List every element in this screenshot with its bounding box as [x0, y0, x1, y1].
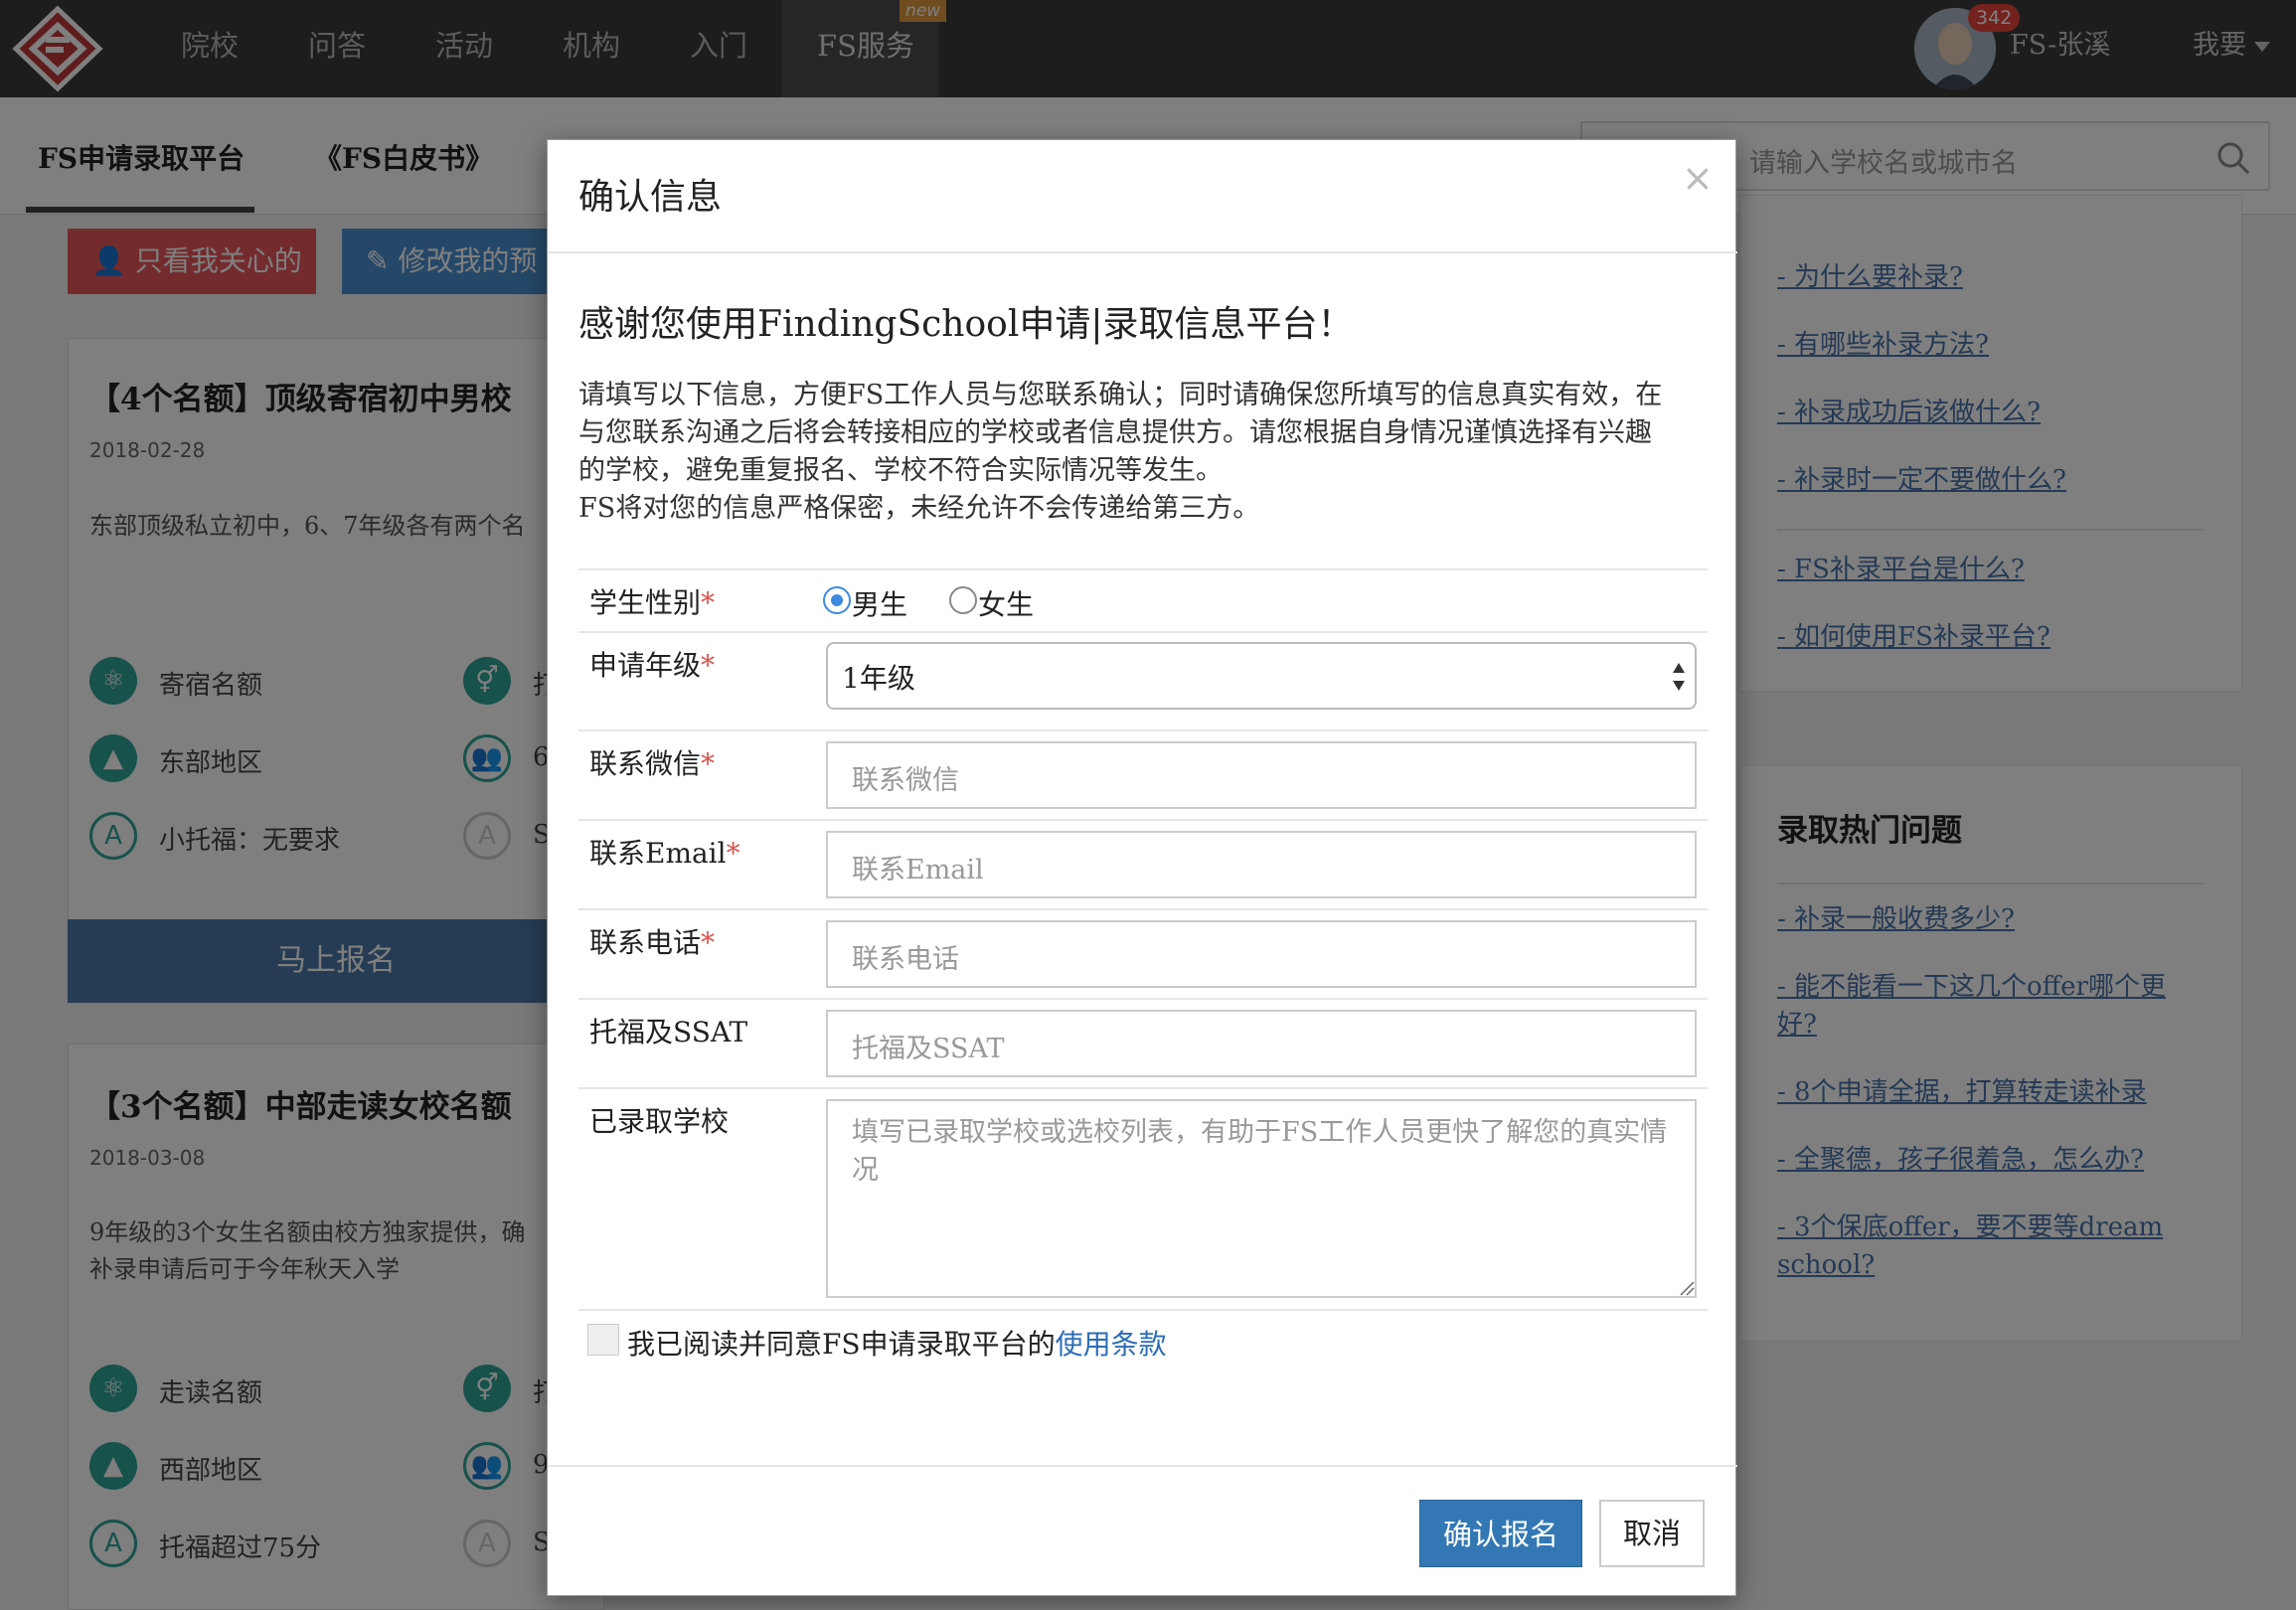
- divider: [548, 1465, 1737, 1467]
- divider: [578, 1087, 1708, 1089]
- instruction-line: FS将对您的信息严格保密，未经允许不会传递给第三方。: [578, 493, 1260, 524]
- divider: [578, 568, 1708, 570]
- phone-placeholder: 联系电话: [852, 944, 959, 975]
- email-label-text: 联系Email: [589, 837, 727, 870]
- divider: [578, 998, 1708, 1000]
- email-label: 联系Email*: [589, 832, 740, 872]
- divider: [578, 729, 1708, 731]
- gender-label-text: 学生性别: [589, 586, 702, 619]
- phone-label: 联系电话*: [589, 921, 715, 961]
- modal-heading: 感谢您使用FindingSchool申请|录取信息平台！: [578, 304, 1354, 345]
- wechat-label: 联系微信*: [589, 742, 715, 782]
- grade-select[interactable]: [826, 642, 1697, 710]
- gender-male-radio[interactable]: [823, 586, 851, 614]
- admitted-schools-placeholder: 填写已录取学校或选校列表，有助于FS工作人员更快了解您的真实情况: [852, 1117, 1668, 1186]
- required-mark: *: [701, 747, 716, 780]
- terms-of-use-link[interactable]: 使用条款: [1056, 1328, 1167, 1361]
- wechat-placeholder: 联系微信: [852, 765, 959, 796]
- divider: [578, 1309, 1708, 1311]
- divider: [578, 631, 1708, 633]
- modal-instructions: 请填写以下信息，方便FS工作人员与您联系确认；同时请确保您所填写的信息真实有效，…: [578, 377, 1722, 528]
- agree-terms-text: 我已阅读并同意FS申请录取平台的使用条款: [627, 1323, 1167, 1363]
- divider: [548, 251, 1737, 253]
- wechat-label-text: 联系微信: [589, 747, 702, 780]
- confirm-info-modal: 确认信息 × 感谢您使用FindingSchool申请|录取信息平台！ 请填写以…: [547, 139, 1737, 1596]
- gender-female-label[interactable]: 女生: [978, 583, 1034, 623]
- required-mark: *: [701, 586, 716, 619]
- divider: [578, 908, 1708, 910]
- required-mark: *: [701, 649, 716, 682]
- modal-title: 确认信息: [578, 177, 723, 218]
- grade-label-text: 申请年级: [589, 649, 702, 682]
- gender-female-radio[interactable]: [949, 586, 977, 614]
- required-mark: *: [726, 837, 740, 870]
- resize-grip-icon[interactable]: [1679, 1280, 1695, 1296]
- cancel-button[interactable]: 取消: [1599, 1500, 1705, 1567]
- gender-label: 学生性别*: [589, 581, 715, 621]
- toefl-ssat-placeholder: 托福及SSAT: [852, 1034, 1005, 1064]
- admitted-schools-label: 已录取学校: [589, 1105, 730, 1138]
- gender-male-label[interactable]: 男生: [852, 583, 907, 623]
- toefl-label: 托福及SSAT: [589, 1016, 748, 1048]
- close-icon[interactable]: ×: [1682, 156, 1714, 200]
- instruction-line: 与您联系沟通之后将会转接相应的学校或者信息提供方。请您根据自身情况谨慎选择有兴趣: [578, 417, 1652, 448]
- confirm-signup-button[interactable]: 确认报名: [1419, 1500, 1582, 1567]
- select-arrows-icon: [1673, 663, 1685, 691]
- agree-terms-checkbox[interactable]: [587, 1324, 619, 1356]
- email-placeholder: 联系Email: [852, 855, 984, 886]
- instruction-line: 请填写以下信息，方便FS工作人员与您联系确认；同时请确保您所填写的信息真实有效，…: [578, 380, 1663, 410]
- phone-label-text: 联系电话: [589, 926, 702, 959]
- agree-terms-label: 我已阅读并同意FS申请录取平台的: [627, 1328, 1056, 1361]
- grade-select-value: 1年级: [842, 662, 915, 695]
- grade-label: 申请年级*: [589, 644, 715, 684]
- required-mark: *: [701, 926, 716, 959]
- instruction-line: 的学校，避免重复报名、学校不符合实际情况等发生。: [578, 455, 1223, 486]
- divider: [578, 819, 1708, 821]
